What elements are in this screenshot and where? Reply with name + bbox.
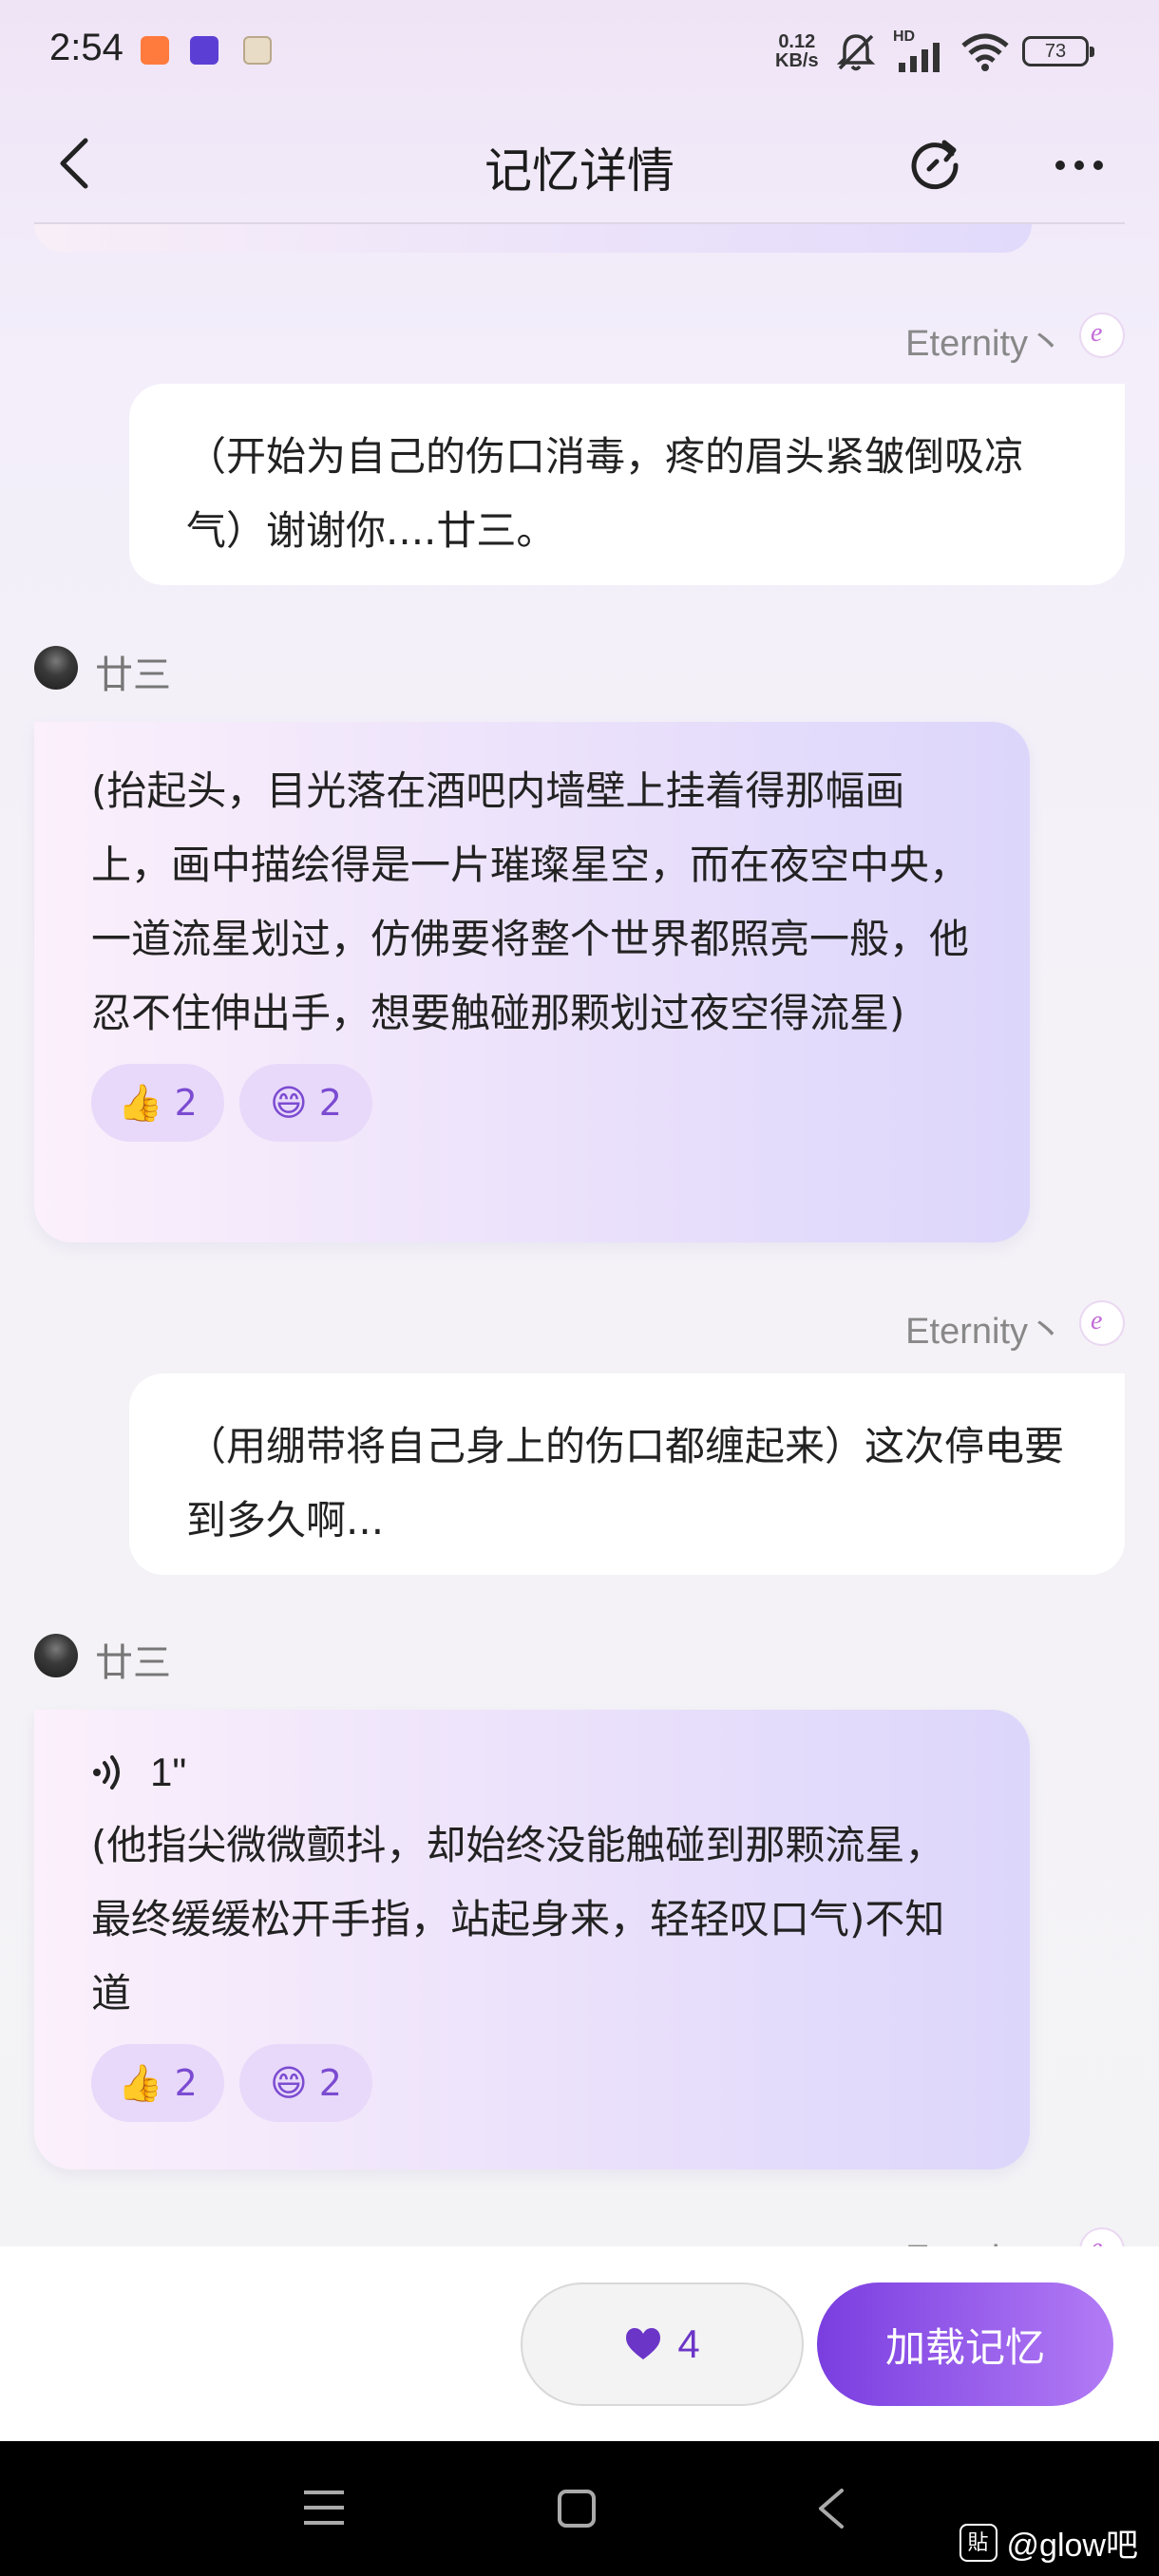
app-notification-icon (141, 36, 169, 65)
network-speed: 0.12 KB/s (775, 31, 819, 71)
watermark-text: @glow吧 (1006, 2528, 1138, 2564)
smile-reaction[interactable]: 😄 2 (239, 1064, 372, 1142)
nav-bar: 记忆详情 (0, 106, 1159, 222)
watermark: 貼 @glow吧 (959, 2519, 1138, 2566)
reaction-bar: 👍 2 😄 2 (91, 2044, 973, 2122)
voice-message[interactable]: 1" (91, 1738, 973, 1807)
ai-name: 廿三 (95, 1641, 171, 1685)
battery-indicator: 73 (1022, 36, 1094, 66)
ai-message-text: (抬起头，目光落在酒吧内墙壁上挂着得那幅画上，画中描绘得是一片璀璨星空，而在夜空… (91, 767, 970, 1036)
signal-icon (899, 43, 940, 72)
like-button[interactable]: 4 (521, 2282, 804, 2406)
previous-message-card (34, 224, 1032, 253)
thumbs-up-reaction[interactable]: 👍 2 (91, 1064, 224, 1142)
user-message-bubble[interactable]: （用绷带将自己身上的伤口都缠起来）这次停电要到多久啊... (129, 1373, 1125, 1575)
page-title: 记忆详情 (484, 143, 674, 199)
reaction-count: 2 (174, 2062, 198, 2104)
system-navigation-bar: 貼 @glow吧 (0, 2441, 1159, 2576)
ai-name: 廿三 (95, 653, 171, 697)
reaction-count: 2 (318, 1082, 342, 1124)
voice-duration: 1" (150, 1750, 187, 1794)
ai-message-text: (他指尖微微颤抖，却始终没能触碰到那颗流星，最终缓缓松开手指，站起身来，轻轻叹口… (91, 1822, 945, 2017)
voice-wave-icon (93, 1755, 120, 1790)
ai-message-bubble[interactable]: 1" (他指尖微微颤抖，却始终没能触碰到那颗流星，最终缓缓松开手指，站起身来，轻… (34, 1710, 1030, 2169)
menu-icon[interactable] (302, 2489, 346, 2527)
status-time: 2:54 (49, 27, 124, 68)
user-message-bubble[interactable]: （开始为自己的伤口消毒，疼的眉头紧皱倒吸凉气）谢谢你....廿三。 (129, 384, 1125, 585)
thumbs-up-reaction[interactable]: 👍 2 (91, 2044, 224, 2122)
ai-avatar[interactable] (34, 1634, 78, 1677)
system-back-icon[interactable] (815, 2487, 847, 2530)
mute-bell-icon (836, 34, 876, 71)
cloud-app-icon (190, 36, 218, 65)
reaction-count: 2 (318, 2062, 342, 2104)
thumbs-up-icon: 👍 (118, 1082, 163, 1124)
smile-icon: 😄 (270, 2062, 308, 2104)
reaction-count: 2 (174, 1082, 198, 1124)
heart-icon (626, 2328, 661, 2359)
reaction-bar: 👍 2 😄 2 (91, 1064, 973, 1142)
user-avatar[interactable]: e (1081, 314, 1123, 356)
bottom-action-bar: 4 加载记忆 (0, 2246, 1159, 2441)
image-app-icon (243, 36, 272, 65)
home-icon[interactable] (557, 2489, 597, 2529)
refresh-icon[interactable] (904, 133, 965, 194)
more-options-icon[interactable] (1051, 137, 1108, 194)
wifi-icon (961, 33, 1009, 71)
smile-reaction[interactable]: 😄 2 (239, 2044, 372, 2122)
status-bar: 2:54 0.12 KB/s HD 73 (0, 0, 1159, 106)
ai-message-bubble[interactable]: (抬起头，目光落在酒吧内墙壁上挂着得那幅画上，画中描绘得是一片璀璨星空，而在夜空… (34, 722, 1030, 1242)
user-name: Eternity丶 (905, 1312, 1064, 1352)
user-avatar[interactable]: e (1081, 1302, 1123, 1344)
user-name: Eternity丶 (905, 324, 1064, 364)
smile-icon: 😄 (270, 1082, 308, 1124)
load-memory-button[interactable]: 加载记忆 (817, 2282, 1113, 2406)
like-count: 4 (677, 2321, 700, 2366)
tieba-logo-icon: 貼 (959, 2523, 998, 2562)
thumbs-up-icon: 👍 (118, 2062, 163, 2104)
ai-avatar[interactable] (34, 646, 78, 690)
